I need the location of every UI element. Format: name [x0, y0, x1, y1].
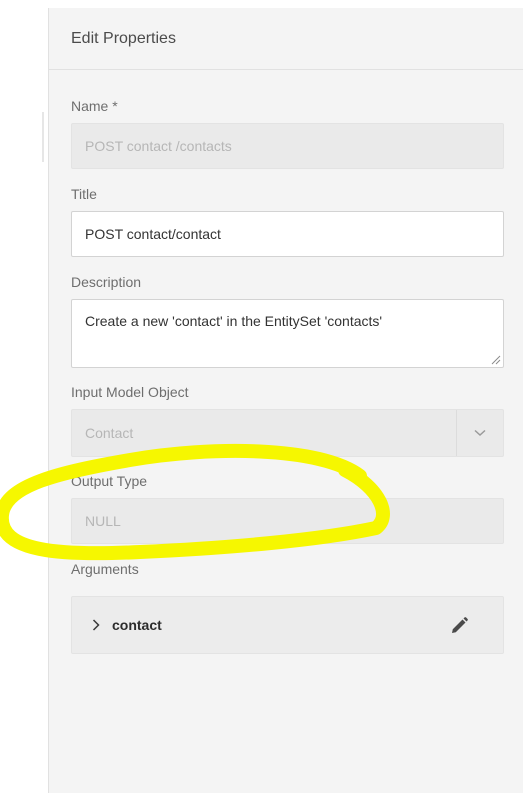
title-field[interactable]: POST contact/contact	[71, 211, 504, 257]
background-page-strip	[0, 0, 44, 793]
argument-item[interactable]: contact	[71, 596, 504, 654]
input-model-select: Contact	[71, 409, 504, 457]
chevron-right-icon[interactable]	[92, 619, 104, 631]
strip-marker	[42, 112, 44, 162]
pencil-icon[interactable]	[449, 616, 469, 636]
output-type-label: Output Type	[71, 473, 148, 489]
title-label: Title	[71, 186, 97, 202]
input-model-label: Input Model Object	[71, 384, 189, 400]
name-label: Name *	[71, 98, 118, 114]
input-model-dropdown-button	[456, 410, 503, 456]
argument-name: contact	[112, 617, 162, 633]
arguments-label: Arguments	[71, 561, 139, 577]
description-textarea[interactable]: Create a new 'contact' in the EntitySet …	[71, 299, 504, 368]
panel-title: Edit Properties	[49, 8, 523, 70]
input-model-value: Contact	[85, 425, 134, 441]
output-type-field: NULL	[71, 498, 504, 544]
chevron-down-icon	[474, 429, 486, 437]
edit-properties-panel: Edit Properties Name * POST contact /con…	[48, 8, 523, 793]
description-label: Description	[71, 274, 142, 290]
resize-grip-icon[interactable]	[491, 355, 501, 365]
name-field: POST contact /contacts	[71, 123, 504, 169]
description-text: Create a new 'contact' in the EntitySet …	[85, 313, 383, 329]
